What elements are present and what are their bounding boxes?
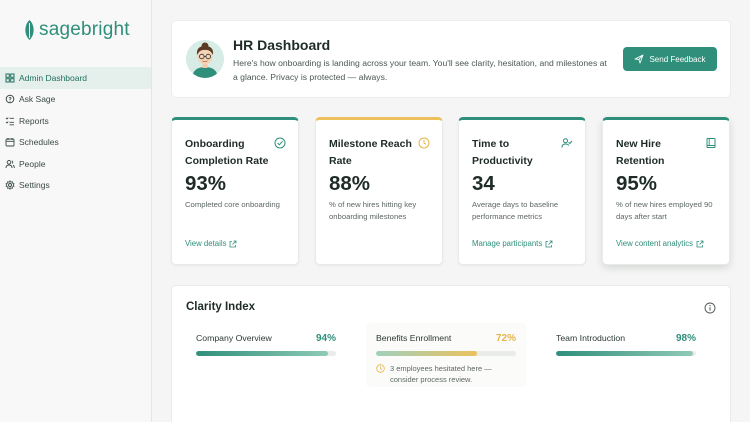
link-label: Manage participants [472,239,543,248]
external-link-icon [230,240,237,247]
send-feedback-button[interactable]: Send Feedback [623,47,717,71]
metric-value: 95% [616,172,658,195]
sidebar-item-label: Ask Sage [19,94,56,105]
sidebar-item-settings[interactable]: Settings [0,175,151,197]
clarity-item-value: 98% [675,333,696,344]
sidebar-item-label: People [19,158,46,169]
metric-title: Milestone Reach Rate [329,138,412,167]
sidebar-item-people[interactable]: People [0,153,151,175]
clarity-progress-bar [556,351,696,356]
user-check-icon [561,138,573,148]
metric-description: Average days to baseline performance met… [472,200,559,221]
send-icon [635,54,644,64]
hesitation-note: 3 employees hesitated here — consider pr… [376,363,516,385]
manage-participants-link[interactable]: Manage participants [472,239,553,248]
sidebar-item-admin-dashboard[interactable]: Admin Dashboard [0,67,151,89]
send-feedback-label: Send Feedback [649,54,706,64]
clock-icon [418,137,430,149]
check-circle-icon [274,137,286,149]
metric-description: % of new hires hitting key onboarding mi… [329,200,417,221]
dashboard-icon [5,73,15,83]
sidebar-item-label: Admin Dashboard [19,72,88,83]
link-label: View details [185,239,227,248]
page-title: HR Dashboard [233,37,331,53]
sidebar: sagebright Admin Dashboard Ask Sage Repo… [0,0,152,422]
view-details-link[interactable]: View details [185,239,237,248]
external-link-icon [545,240,553,247]
sidebar-nav: Admin Dashboard Ask Sage Reports Schedul… [0,67,151,196]
clock-icon [376,364,385,373]
metric-value: 34 [472,172,495,195]
view-content-analytics-link[interactable]: View content analytics [616,239,704,248]
avatar [186,40,224,78]
metric-description: Completed core onboarding [185,200,280,209]
clarity-item-name: Benefits Enrollment [376,333,452,343]
clarity-item-benefits-enrollment[interactable]: Benefits Enrollment 72% 3 employees hesi… [366,323,526,387]
metric-title: Time to Productivity [472,138,533,167]
chat-icon [5,94,15,104]
users-icon [5,159,15,168]
metric-title: New Hire Retention [616,138,665,167]
metric-value: 93% [185,172,227,195]
sidebar-item-label: Reports [19,115,49,126]
metric-description: % of new hires employed 90 days after st… [616,200,713,221]
clarity-item-value: 72% [495,333,516,344]
clarity-item-name: Company Overview [196,333,272,343]
list-icon [5,116,14,125]
metric-card-milestone-reach: Milestone Reach Rate 88% % of new hires … [315,117,443,265]
welcome-header: HR Dashboard Here's how onboarding is la… [171,20,731,98]
clarity-title: Clarity Index [186,301,256,313]
metric-title: Onboarding Completion Rate [185,138,269,167]
clarity-item-value: 94% [315,333,336,344]
clarity-progress-bar [376,351,516,356]
calendar-icon [5,138,15,147]
metric-card-onboarding-completion: Onboarding Completion Rate 93% Completed… [171,117,299,265]
avatar-illustration [186,40,224,78]
brand-name: sagebright [39,19,130,40]
sidebar-item-label: Schedules [19,137,59,148]
hesitation-note-text: 3 employees hesitated here — consider pr… [390,364,492,384]
metric-value: 88% [329,172,371,195]
book-icon [706,138,716,148]
metric-card-new-hire-retention: New Hire Retention 95% % of new hires em… [602,117,730,265]
page-description: Here's how onboarding is landing across … [233,58,607,82]
brand-logo[interactable]: sagebright [24,19,130,41]
clarity-index-panel: Clarity Index Company Overview 94% Benef… [171,285,731,422]
info-icon[interactable] [704,302,716,314]
sidebar-item-label: Settings [19,180,50,191]
gear-icon [5,180,15,191]
metric-card-time-to-productivity: Time to Productivity 34 Average days to … [458,117,586,265]
link-label: View content analytics [616,239,694,248]
clarity-progress-fill [376,351,477,356]
clarity-item-name: Team Introduction [556,333,626,343]
external-link-icon [696,240,704,247]
clarity-progress-fill [556,351,694,356]
leaf-icon [25,20,34,40]
sidebar-item-reports[interactable]: Reports [0,110,151,132]
sidebar-item-schedules[interactable]: Schedules [0,132,151,154]
clarity-progress-bar [196,351,336,356]
sidebar-item-ask-sage[interactable]: Ask Sage [0,89,151,111]
clarity-progress-fill [196,351,328,356]
